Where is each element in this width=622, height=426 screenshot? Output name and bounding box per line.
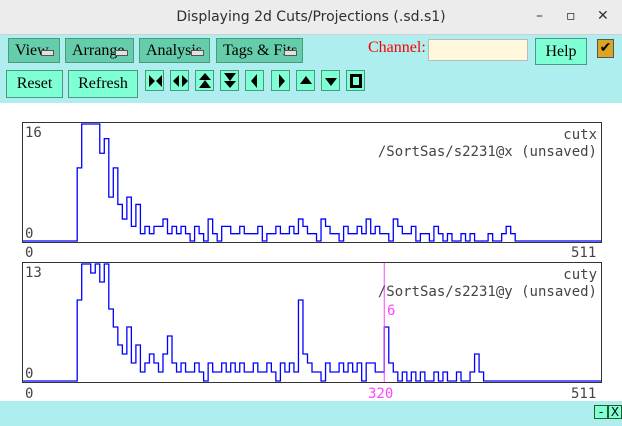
menu-indicator-icon (115, 50, 128, 56)
cuty-histogram (23, 263, 601, 382)
channel-label: Channel: (368, 39, 426, 56)
minimize-button[interactable]: – (536, 8, 543, 24)
expand-vertical-button[interactable] (195, 70, 215, 91)
y-max-label: 13 (25, 265, 42, 281)
cutx-plot[interactable]: 16 0 cutx /SortSas/s2231@x (unsaved) (22, 122, 602, 243)
scroll-left-icon (251, 74, 258, 88)
toolbar: View Arrange Analysis Tags & Fits Channe… (0, 35, 622, 103)
expand-horizontal-button[interactable] (145, 70, 164, 91)
scroll-left-button[interactable] (245, 70, 265, 91)
histogram-line (23, 123, 601, 242)
scroll-right-button[interactable] (270, 70, 290, 91)
full-view-button[interactable] (345, 70, 365, 91)
scale-up-button[interactable] (295, 70, 315, 91)
x-max-label: 511 (571, 245, 597, 261)
y-max-label: 16 (25, 125, 42, 141)
help-button[interactable]: Help (535, 38, 587, 65)
arrange-menu[interactable]: Arrange (65, 38, 134, 63)
contract-horizontal-button[interactable] (170, 70, 190, 91)
menu-indicator-icon (41, 50, 54, 56)
scale-down-button[interactable] (320, 70, 340, 91)
spectrum-path: /SortSas/s2231@y (unsaved) (377, 284, 597, 300)
scale-up-icon (299, 76, 312, 84)
x-max-label: 511 (571, 386, 597, 402)
x-min-label: 0 (25, 245, 34, 261)
menu-indicator-icon (191, 50, 204, 56)
checkbox[interactable]: ✔ (597, 39, 614, 58)
view-menu[interactable]: View (8, 38, 60, 63)
y-min-label: 0 (25, 366, 34, 382)
pane-close-button[interactable]: X (608, 405, 622, 419)
y-min-label: 0 (25, 226, 34, 242)
x-min-label: 0 (25, 386, 34, 402)
contract-vertical-icon (224, 73, 237, 88)
status-strip (0, 401, 622, 426)
contract-vertical-button[interactable] (220, 70, 240, 91)
channel-input[interactable] (428, 39, 528, 61)
maximize-button[interactable]: ▫ (566, 8, 576, 24)
reset-button[interactable]: Reset (6, 70, 63, 98)
window-title: Displaying 2d Cuts/Projections (.sd.s1) (176, 9, 446, 25)
title-bar: Displaying 2d Cuts/Projections (.sd.s1) … (0, 0, 622, 35)
histogram-line (23, 263, 601, 382)
scroll-right-icon (278, 74, 285, 88)
close-button[interactable]: ✕ (597, 8, 609, 24)
menu-indicator-icon (284, 50, 297, 56)
expand-vertical-icon (199, 73, 212, 88)
expand-horizontal-icon (149, 75, 162, 87)
scale-down-icon (324, 78, 337, 86)
tags-fits-menu[interactable]: Tags & Fits (216, 38, 303, 63)
spectrum-path: /SortSas/s2231@x (unsaved) (377, 144, 597, 160)
full-view-icon (349, 74, 362, 88)
marker-value-label: 6 (387, 303, 396, 319)
pane-minimize-button[interactable]: - (594, 405, 608, 419)
refresh-button[interactable]: Refresh (68, 70, 138, 98)
cutx-histogram (23, 123, 601, 242)
contract-horizontal-icon (173, 75, 189, 87)
spectrum-name: cutx (563, 127, 597, 143)
analysis-menu[interactable]: Analysis (139, 38, 210, 63)
spectrum-name: cuty (563, 267, 597, 283)
cuty-plot[interactable]: 13 0 cuty /SortSas/s2231@y (unsaved) 6 (22, 262, 602, 383)
marker-channel-label: 320 (368, 386, 394, 402)
